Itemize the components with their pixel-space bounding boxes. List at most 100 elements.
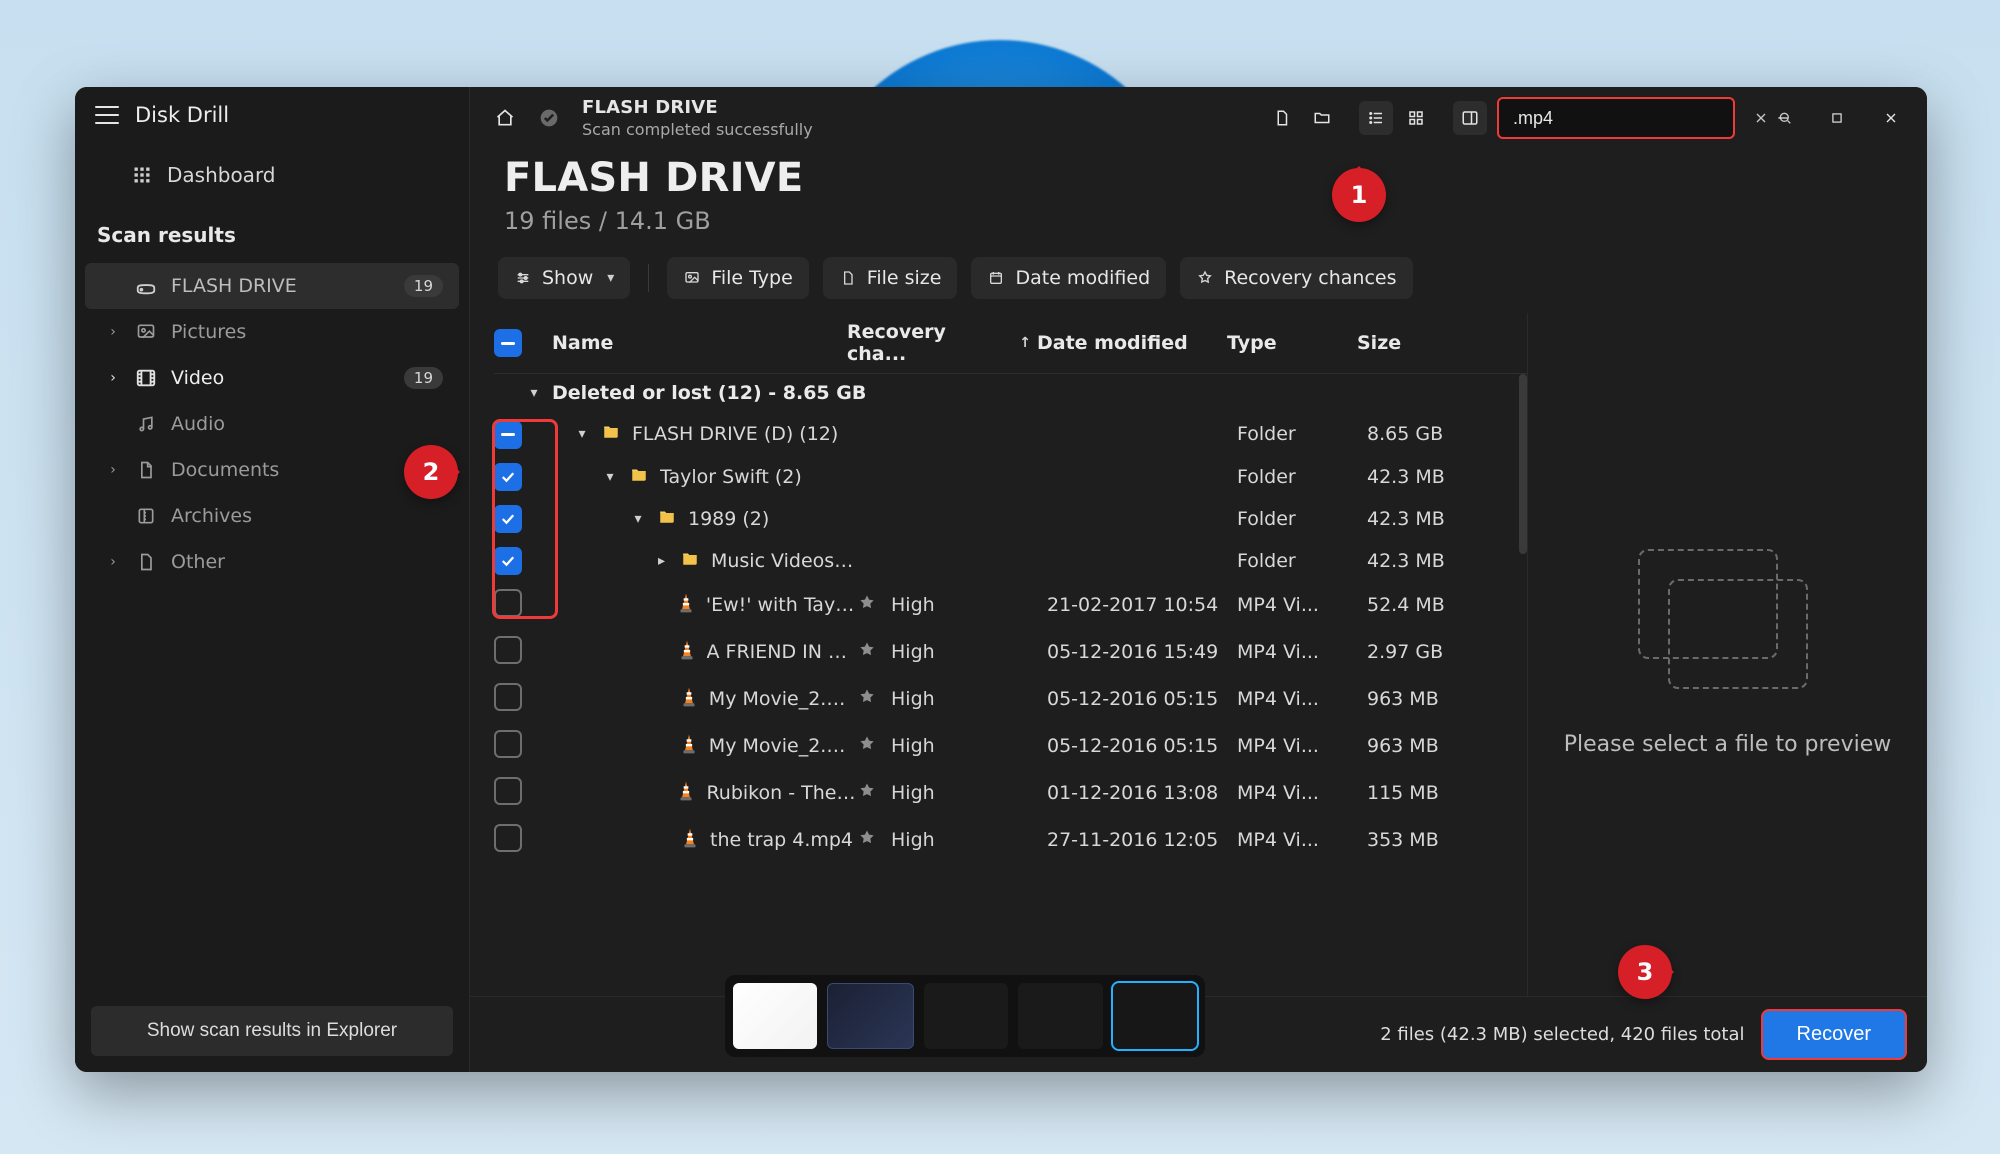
- row-checkbox[interactable]: [494, 824, 522, 852]
- sidebar-item-documents[interactable]: › Documents: [85, 447, 459, 493]
- window-maximize-button[interactable]: [1819, 100, 1855, 136]
- column-name[interactable]: Name: [546, 332, 841, 354]
- select-all-checkbox[interactable]: [494, 329, 522, 357]
- filter-show-dropdown[interactable]: Show ▾: [498, 257, 630, 299]
- item-name: Rubikon - The Awa...: [706, 782, 857, 804]
- filter-file-type[interactable]: File Type: [667, 257, 808, 299]
- sidebar-item-label: Dashboard: [167, 163, 276, 187]
- column-size[interactable]: Size: [1351, 332, 1501, 354]
- vlc-icon: [679, 733, 699, 760]
- taskbar-thumb-active[interactable]: [1113, 983, 1197, 1049]
- page-icon[interactable]: [1265, 101, 1299, 135]
- file-row[interactable]: My Movie_2.mp4High05-12-2016 05:15MP4 Vi…: [494, 676, 1517, 723]
- folder-row[interactable]: ▾1989 (2)Folder42.3 MB: [494, 498, 1517, 540]
- taskbar-thumb[interactable]: [924, 983, 1008, 1049]
- row-checkbox[interactable]: [494, 683, 522, 711]
- row-checkbox[interactable]: [494, 730, 522, 758]
- view-grid-icon[interactable]: [1399, 101, 1433, 135]
- folder-row[interactable]: ▾Taylor Swift (2)Folder42.3 MB: [494, 456, 1517, 498]
- folder-row[interactable]: ▾FLASH DRIVE (D) (12)Folder8.65 GB: [494, 412, 1517, 456]
- date-modified: 05-12-2016 05:15: [1047, 688, 1237, 710]
- folder-row[interactable]: ▸Music Videos (2)Folder42.3 MB: [494, 540, 1517, 582]
- status-check-icon: [532, 101, 566, 135]
- open-in-explorer-button[interactable]: Show scan results in Explorer: [91, 1006, 453, 1056]
- star-icon: [857, 687, 877, 712]
- document-icon: [135, 459, 157, 481]
- date-modified: 05-12-2016 05:15: [1047, 735, 1237, 757]
- group-label: Deleted or lost (12) - 8.65 GB: [552, 382, 866, 404]
- group-row-deleted[interactable]: ▾ Deleted or lost (12) - 8.65 GB: [494, 374, 1517, 412]
- window-close-button[interactable]: [1873, 100, 1909, 136]
- row-checkbox[interactable]: [494, 589, 522, 617]
- sidebar-badge: 19: [404, 275, 443, 297]
- preview-placeholder-icon: [1638, 549, 1818, 699]
- breadcrumb-sub: Scan completed successfully: [582, 120, 813, 139]
- file-row[interactable]: Rubikon - The Awa...High01-12-2016 13:08…: [494, 770, 1517, 817]
- recover-button[interactable]: Recover: [1761, 1009, 1907, 1060]
- folder-icon[interactable]: [1305, 101, 1339, 135]
- sidebar-badge: 19: [404, 367, 443, 389]
- chevron-down-icon[interactable]: ▾: [630, 511, 646, 527]
- taskbar-thumb[interactable]: [733, 983, 817, 1049]
- filter-recovery-chances[interactable]: Recovery chances: [1180, 257, 1412, 299]
- page-title: FLASH DRIVE: [504, 155, 1893, 201]
- row-checkbox[interactable]: [494, 636, 522, 664]
- row-checkbox[interactable]: [494, 505, 522, 533]
- date-modified: 05-12-2016 15:49: [1047, 641, 1237, 663]
- file-size: 115 MB: [1367, 782, 1517, 804]
- sidebar-item-pictures[interactable]: › Pictures: [85, 309, 459, 355]
- file-row[interactable]: A FRIEND IN NEED...High05-12-2016 15:49M…: [494, 629, 1517, 676]
- sidebar-item-label: Archives: [171, 505, 252, 527]
- recovery-chance: High: [891, 594, 935, 616]
- sidebar-item-label: Video: [171, 367, 224, 389]
- file-type: MP4 Vi...: [1237, 782, 1367, 804]
- sidebar-item-other[interactable]: › Other: [85, 539, 459, 585]
- folder-icon: [656, 507, 678, 530]
- annotation-step-1: 1: [1332, 168, 1386, 222]
- home-icon[interactable]: [488, 101, 522, 135]
- chevron-down-icon[interactable]: ▾: [526, 385, 542, 401]
- taskbar-thumbnail-strip[interactable]: [725, 975, 1205, 1057]
- row-checkbox[interactable]: [494, 777, 522, 805]
- sidebar-item-audio[interactable]: Audio: [85, 401, 459, 447]
- sidebar-item-flash-drive[interactable]: FLASH DRIVE 19: [85, 263, 459, 309]
- chevron-down-icon[interactable]: ▾: [602, 469, 618, 485]
- vlc-icon: [680, 827, 700, 854]
- breadcrumb-title: FLASH DRIVE: [582, 97, 813, 118]
- search-box[interactable]: [1497, 97, 1735, 139]
- row-checkbox[interactable]: [494, 547, 522, 575]
- filter-date-modified[interactable]: Date modified: [971, 257, 1166, 299]
- search-input[interactable]: [1513, 108, 1745, 129]
- item-name: the trap 4.mp4: [710, 829, 853, 851]
- view-list-icon[interactable]: [1359, 101, 1393, 135]
- column-date[interactable]: Date modified: [1031, 332, 1221, 354]
- file-row[interactable]: 'Ew!' with Taylor Sw...High21-02-2017 10…: [494, 582, 1517, 629]
- menu-icon[interactable]: [95, 106, 119, 124]
- row-checkbox[interactable]: [494, 463, 522, 491]
- column-recovery[interactable]: Recovery cha...↑: [841, 321, 1031, 365]
- sidebar-item-archives[interactable]: Archives: [85, 493, 459, 539]
- item-name: 'Ew!' with Taylor Sw...: [706, 594, 857, 616]
- filter-file-size[interactable]: File size: [823, 257, 958, 299]
- toggle-preview-panel-icon[interactable]: [1453, 101, 1487, 135]
- chevron-right-icon[interactable]: ▸: [654, 553, 669, 569]
- star-icon: [857, 734, 877, 759]
- file-row[interactable]: My Movie_2.mp4High05-12-2016 05:15MP4 Vi…: [494, 723, 1517, 770]
- vertical-scrollbar[interactable]: [1519, 374, 1527, 996]
- picture-icon: [135, 321, 157, 343]
- column-type[interactable]: Type: [1221, 332, 1351, 354]
- taskbar-thumb[interactable]: [1018, 983, 1102, 1049]
- taskbar-thumb[interactable]: [827, 983, 913, 1049]
- window-minimize-button[interactable]: [1765, 100, 1801, 136]
- film-icon: [135, 367, 157, 389]
- sidebar-item-video[interactable]: › Video 19: [85, 355, 459, 401]
- file-row[interactable]: the trap 4.mp4High27-11-2016 12:05MP4 Vi…: [494, 817, 1517, 864]
- file-size: 963 MB: [1367, 735, 1517, 757]
- vlc-icon: [677, 639, 697, 666]
- row-checkbox[interactable]: [494, 421, 522, 449]
- file-type: Folder: [1237, 423, 1367, 445]
- sidebar: Disk Drill Dashboard Scan results: [75, 87, 470, 1072]
- sidebar-item-dashboard[interactable]: Dashboard: [85, 151, 459, 199]
- chevron-down-icon[interactable]: ▾: [574, 426, 590, 442]
- item-name: 1989 (2): [688, 508, 769, 530]
